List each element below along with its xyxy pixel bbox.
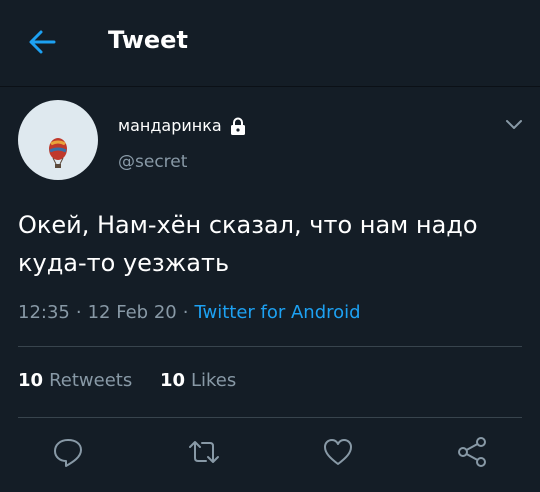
tweet-text-line: Окей, Нам-хён сказал, что нам надо xyxy=(18,211,478,239)
heart-icon xyxy=(324,439,352,465)
page-title: Tweet xyxy=(108,26,188,54)
action-bar xyxy=(0,436,540,476)
meta-separator: · xyxy=(182,302,189,323)
likes-label: Likes xyxy=(191,370,237,391)
author-name-row: мандаринка xyxy=(118,116,246,135)
lock-icon xyxy=(230,117,245,135)
reply-icon xyxy=(54,439,82,467)
tweet-meta: 12:35 · 12 Feb 20 · Twitter for Android xyxy=(18,302,361,323)
likes-count: 10 xyxy=(159,370,185,391)
divider xyxy=(18,346,522,347)
retweets-count: 10 xyxy=(18,370,44,391)
tweet-source-link[interactable]: Twitter for Android xyxy=(194,302,360,323)
more-options-button[interactable] xyxy=(504,116,524,130)
share-icon xyxy=(458,437,486,467)
chevron-down-icon xyxy=(506,120,522,129)
tweet-stats: 10 Retweets 10 Likes xyxy=(18,370,258,391)
arrow-left-icon xyxy=(29,30,56,54)
retweets-stat[interactable]: 10 Retweets xyxy=(18,370,132,391)
avatar[interactable] xyxy=(18,100,98,180)
likes-stat[interactable]: 10 Likes xyxy=(160,370,236,391)
tweet-text: Окей, Нам-хён сказал, что нам надо куда-… xyxy=(18,206,528,282)
tweet-text-line: куда-то уезжать xyxy=(18,249,230,277)
retweet-icon xyxy=(189,441,219,463)
retweet-button[interactable] xyxy=(188,436,220,468)
author-handle[interactable]: @secret xyxy=(118,152,187,172)
like-button[interactable] xyxy=(322,436,354,468)
reply-button[interactable] xyxy=(52,436,84,468)
balloon-image xyxy=(49,138,67,168)
tweet-time: 12:35 xyxy=(18,302,70,323)
back-button[interactable] xyxy=(26,28,58,56)
divider xyxy=(18,417,522,418)
meta-separator: · xyxy=(75,302,82,323)
author-name[interactable]: мандаринка xyxy=(118,116,222,135)
share-button[interactable] xyxy=(456,436,488,468)
retweets-label: Retweets xyxy=(49,370,133,391)
tweet-date: 12 Feb 20 xyxy=(87,302,177,323)
top-bar: Tweet xyxy=(0,0,540,87)
